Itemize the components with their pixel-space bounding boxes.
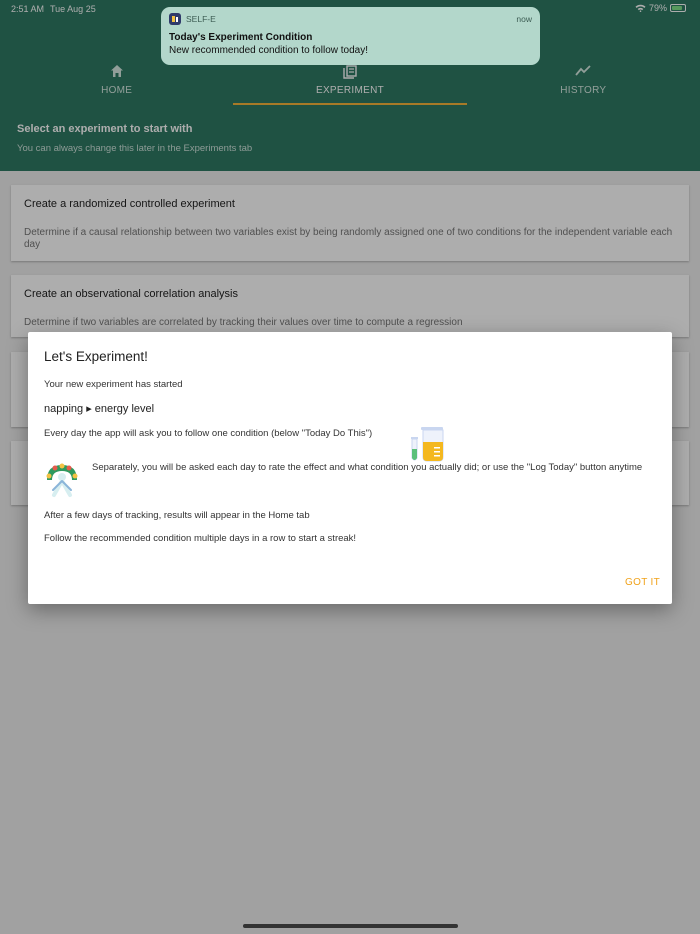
home-indicator[interactable] xyxy=(243,924,458,928)
dialog-started-text: Your new experiment has started xyxy=(44,379,183,390)
notification-title: Today's Experiment Condition xyxy=(169,32,313,43)
push-notification[interactable]: SELF-E now Today's Experiment Condition … xyxy=(161,7,540,65)
notification-header: SELF-E now xyxy=(169,13,532,25)
dialog-every-day-text: Every day the app will ask you to follow… xyxy=(44,428,373,439)
notification-app-name: SELF-E xyxy=(186,14,216,24)
dialog-variables: napping ▸ energy level xyxy=(44,403,155,415)
got-it-button[interactable]: GOT IT xyxy=(625,577,660,588)
person-icon xyxy=(46,463,78,497)
notification-time: now xyxy=(516,14,532,24)
beaker-icon xyxy=(411,427,444,462)
app-icon xyxy=(169,13,181,25)
experiment-dialog: Let's Experiment! Your new experiment ha… xyxy=(28,332,672,604)
dialog-title: Let's Experiment! xyxy=(44,349,148,364)
dialog-streak-text: Follow the recommended condition multipl… xyxy=(44,533,357,544)
dialog-separately-text: Separately, you will be asked each day t… xyxy=(92,462,643,473)
dialog-after-text: After a few days of tracking, results wi… xyxy=(44,510,310,521)
notification-body: New recommended condition to follow toda… xyxy=(169,45,368,56)
